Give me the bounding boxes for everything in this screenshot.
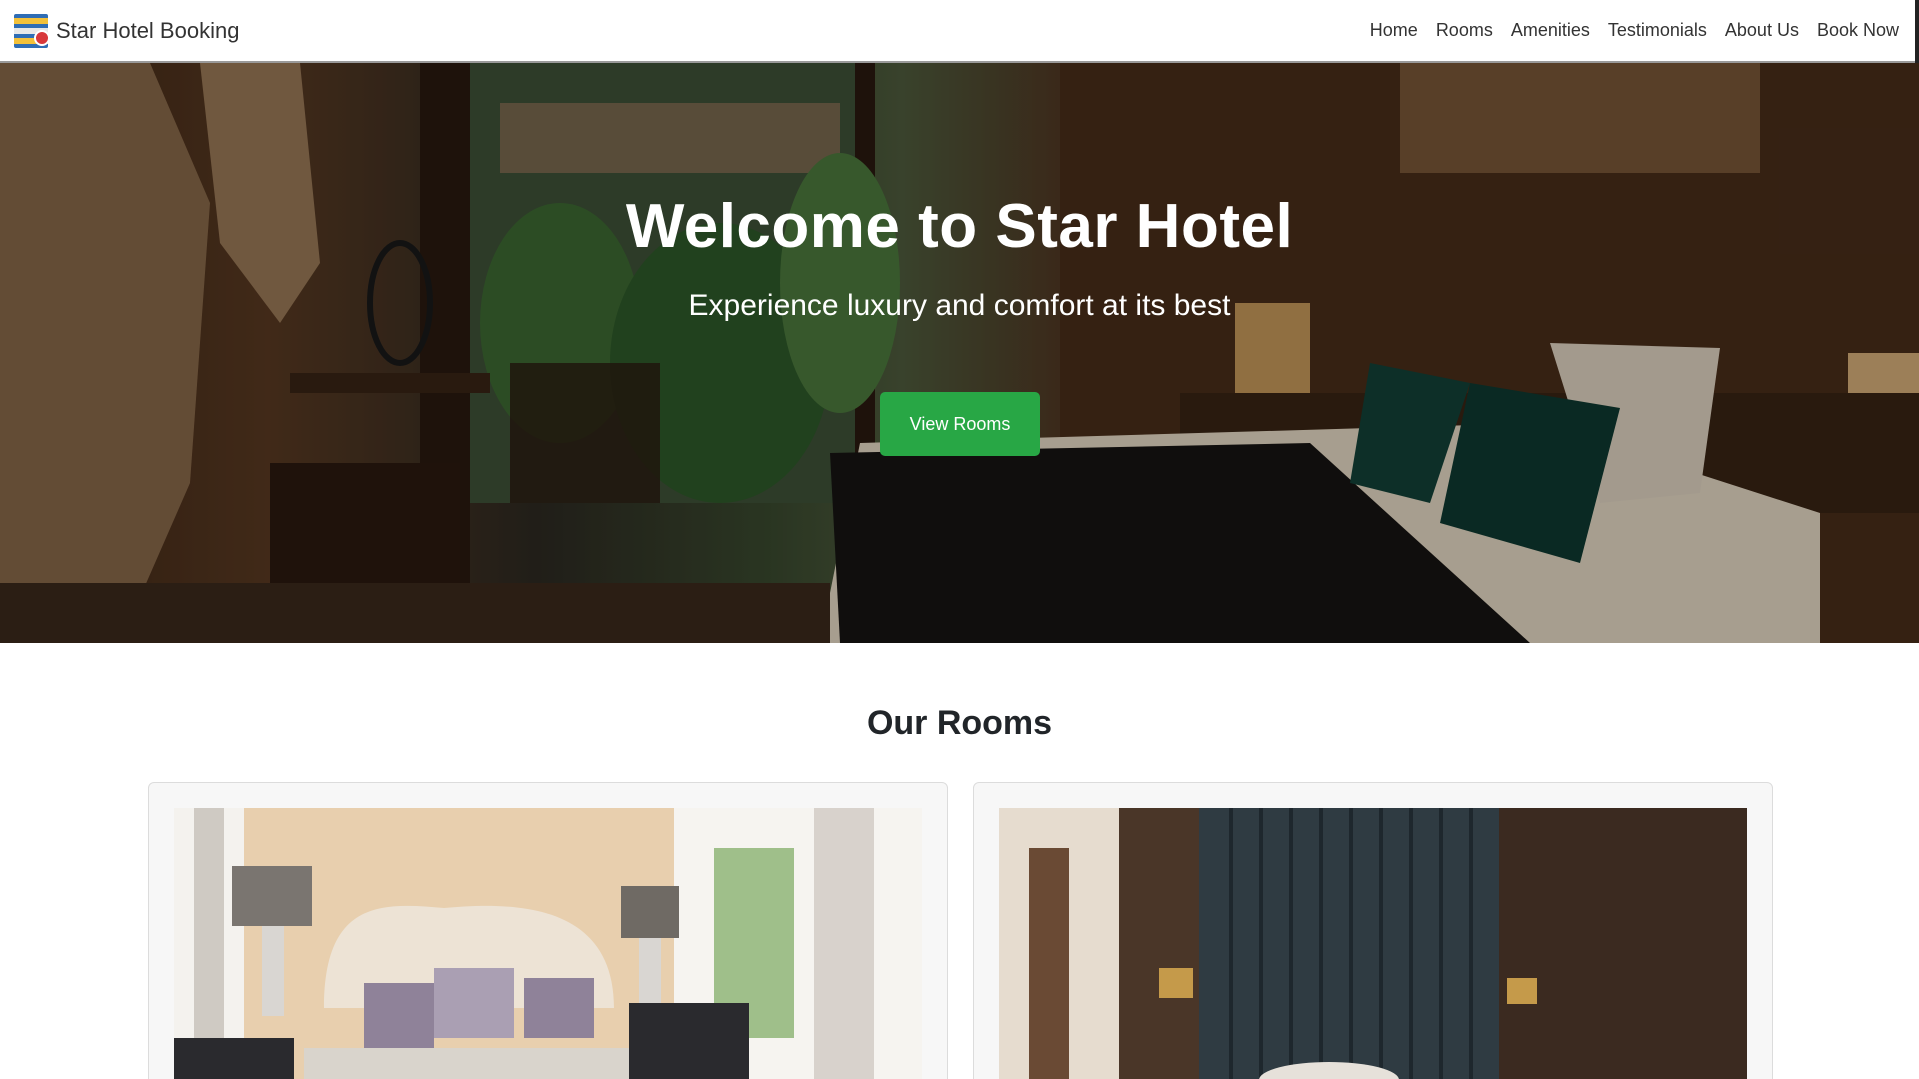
rooms-section-title: Our Rooms — [866, 704, 1053, 742]
room-image — [999, 808, 1747, 1079]
hero-title: Welcome to Star Hotel — [625, 192, 1294, 261]
hotel-building-icon — [14, 13, 48, 48]
nav-link-amenities[interactable]: Amenities — [1511, 20, 1590, 41]
nav-link-about-us[interactable]: About Us — [1725, 20, 1799, 41]
brand-name: Star Hotel Booking — [56, 17, 240, 43]
room-card[interactable] — [973, 782, 1773, 1079]
nav-link-testimonials[interactable]: Testimonials — [1608, 20, 1707, 41]
room-card[interactable] — [148, 782, 948, 1079]
nav-links: Home Rooms Amenities Testimonials About … — [1370, 20, 1905, 41]
hero-section: Welcome to Star Hotel Experience luxury … — [0, 63, 1919, 643]
nav-link-rooms[interactable]: Rooms — [1436, 20, 1493, 41]
brand[interactable]: Star Hotel Booking — [14, 13, 240, 48]
view-rooms-button[interactable]: View Rooms — [880, 392, 1040, 456]
hero-content: Welcome to Star Hotel Experience luxury … — [0, 63, 1919, 643]
page: Star Hotel Booking Home Rooms Amenities … — [0, 0, 1919, 1079]
navbar: Star Hotel Booking Home Rooms Amenities … — [0, 0, 1919, 63]
nav-link-book-now[interactable]: Book Now — [1817, 20, 1899, 41]
nav-link-home[interactable]: Home — [1370, 20, 1418, 41]
scrollbar[interactable] — [1915, 0, 1919, 63]
hero-subtitle: Experience luxury and comfort at its bes… — [688, 289, 1231, 322]
room-image — [174, 808, 922, 1079]
